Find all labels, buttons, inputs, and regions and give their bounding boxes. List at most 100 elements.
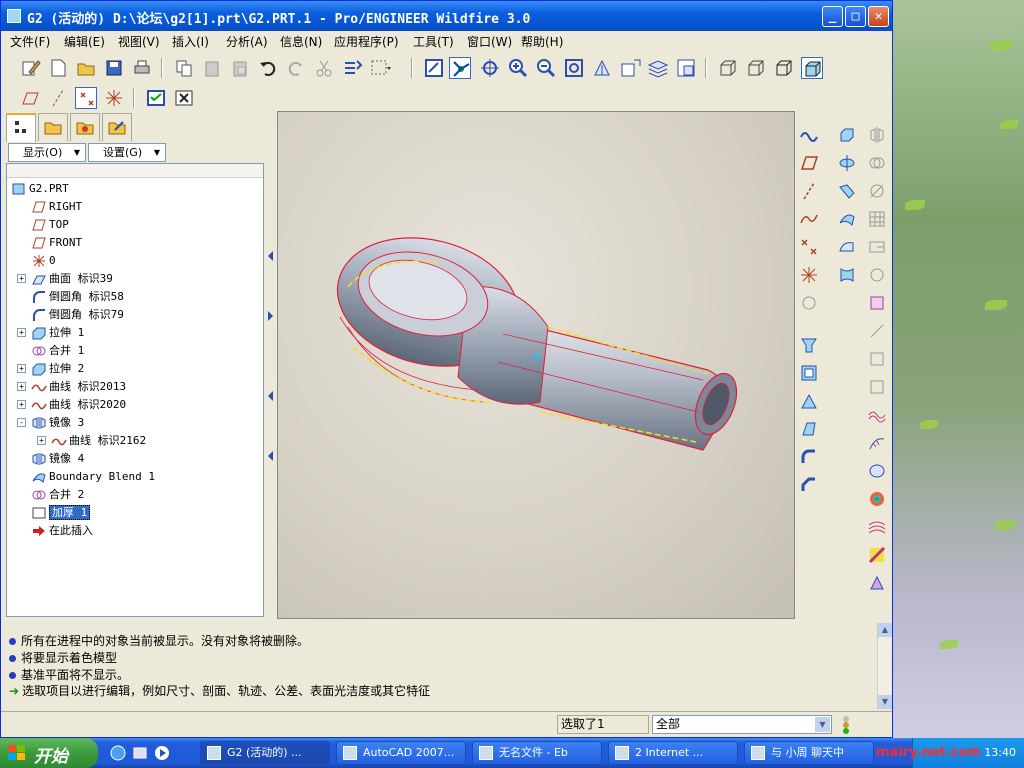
tree-item[interactable]: 在此插入 bbox=[31, 523, 93, 539]
media-quicklaunch-icon[interactable] bbox=[154, 745, 170, 761]
close-window-icon[interactable] bbox=[173, 87, 195, 109]
merge-tool-icon[interactable] bbox=[867, 153, 887, 173]
extend-tool-icon[interactable] bbox=[867, 237, 887, 257]
project-tool-icon[interactable] bbox=[867, 321, 887, 341]
warp-tool-icon[interactable] bbox=[837, 265, 857, 285]
tab-connections[interactable] bbox=[102, 113, 132, 141]
tree-item[interactable]: FRONT bbox=[31, 235, 82, 251]
shading-icon[interactable] bbox=[801, 57, 823, 79]
boundary-blend-tool-icon[interactable] bbox=[837, 209, 857, 229]
no-hidden-icon[interactable] bbox=[773, 57, 795, 79]
minimize-button[interactable]: _ bbox=[822, 6, 843, 27]
draft-tool-icon[interactable] bbox=[799, 419, 819, 439]
close-button[interactable]: ✕ bbox=[868, 6, 889, 27]
saved-views-icon[interactable] bbox=[619, 57, 641, 79]
tree-item[interactable]: 镜像 4 bbox=[31, 451, 84, 467]
tab-favorites[interactable] bbox=[70, 113, 100, 141]
extrude-tool-icon[interactable] bbox=[837, 125, 857, 145]
copy-icon[interactable] bbox=[173, 57, 195, 79]
axis-display-icon[interactable] bbox=[47, 87, 69, 109]
chamfer-tool-icon[interactable] bbox=[799, 475, 819, 495]
csys-display-icon[interactable] bbox=[103, 87, 125, 109]
curvature-analysis-icon[interactable] bbox=[867, 433, 887, 453]
draft-analysis-icon[interactable] bbox=[867, 545, 887, 565]
tree-item[interactable]: 倒圆角 标识79 bbox=[31, 307, 124, 323]
tree-item[interactable]: + 拉伸 2 bbox=[17, 361, 84, 377]
collapse-left-icon[interactable] bbox=[268, 251, 273, 261]
chevron-down-icon[interactable]: ▼ bbox=[815, 717, 830, 732]
view-manager-icon[interactable] bbox=[675, 57, 697, 79]
start-button[interactable]: 开始 bbox=[0, 738, 98, 768]
tree-item[interactable]: + 曲面 标识39 bbox=[17, 271, 113, 287]
pattern-tool-icon[interactable] bbox=[867, 209, 887, 229]
task-editor[interactable]: 无名文件 - Eb bbox=[472, 741, 602, 765]
tree-item[interactable]: 倒圆角 标识58 bbox=[31, 289, 124, 305]
refit-icon[interactable] bbox=[563, 57, 585, 79]
tree-item[interactable]: Boundary Blend 1 bbox=[31, 469, 155, 485]
tree-item[interactable]: + 曲线 标识2162 bbox=[37, 433, 146, 449]
menu-file[interactable]: 文件(F) bbox=[10, 33, 50, 50]
cut-icon[interactable] bbox=[313, 57, 335, 79]
solidify-tool-icon[interactable] bbox=[867, 377, 887, 397]
tree-item[interactable]: TOP bbox=[31, 217, 69, 233]
tree-item[interactable]: + 曲线 标识2020 bbox=[17, 397, 126, 413]
task-internet[interactable]: 2 Internet ... bbox=[608, 741, 738, 765]
collapse-left-icon[interactable] bbox=[268, 451, 273, 461]
slope-analysis-icon[interactable] bbox=[867, 573, 887, 593]
expand-right-icon[interactable] bbox=[268, 311, 273, 321]
maximize-button[interactable]: □ bbox=[845, 6, 866, 27]
tab-folder-browser[interactable] bbox=[38, 113, 68, 141]
paste-special-icon[interactable] bbox=[229, 57, 251, 79]
round-tool-icon[interactable] bbox=[799, 447, 819, 467]
hole-tool-icon[interactable] bbox=[799, 335, 819, 355]
menu-view[interactable]: 视图(V) bbox=[118, 33, 160, 50]
offset-tool-icon[interactable] bbox=[867, 293, 887, 313]
sweep-tool-icon[interactable] bbox=[837, 181, 857, 201]
thicken-tool-icon[interactable] bbox=[867, 349, 887, 369]
reflection-analysis-icon[interactable] bbox=[867, 517, 887, 537]
model-window-icon[interactable] bbox=[145, 87, 167, 109]
regenerate-icon[interactable] bbox=[341, 57, 363, 79]
ie-quicklaunch-icon[interactable] bbox=[110, 745, 126, 761]
undo-icon[interactable] bbox=[257, 57, 279, 79]
panel-splitter[interactable] bbox=[265, 111, 277, 619]
tree-root[interactable]: G2.PRT bbox=[11, 181, 69, 197]
mirror-tool-icon[interactable] bbox=[867, 125, 887, 145]
tree-item[interactable]: + 曲线 标识2013 bbox=[17, 379, 126, 395]
plane-display-icon[interactable] bbox=[19, 87, 41, 109]
zoom-in-icon[interactable] bbox=[507, 57, 529, 79]
tree-item[interactable]: 0 bbox=[31, 253, 56, 269]
scroll-up-icon[interactable]: ▲ bbox=[878, 623, 892, 637]
expand-icon[interactable]: + bbox=[37, 436, 46, 445]
message-scrollbar[interactable]: ▲ ▼ bbox=[877, 623, 892, 709]
selection-box-icon[interactable] bbox=[369, 57, 391, 79]
menu-insert[interactable]: 插入(I) bbox=[172, 33, 209, 50]
style-tool-icon[interactable] bbox=[837, 237, 857, 257]
tree-item[interactable]: - 镜像 3 bbox=[17, 415, 84, 431]
collapse-icon[interactable]: - bbox=[17, 418, 26, 427]
datum-point-tool-icon[interactable] bbox=[799, 237, 819, 257]
menu-edit[interactable]: 编辑(E) bbox=[64, 33, 105, 50]
part-model-render[interactable] bbox=[278, 112, 795, 619]
curve-analysis-icon[interactable] bbox=[867, 405, 887, 425]
paste-icon[interactable] bbox=[201, 57, 223, 79]
datum-axis-tool-icon[interactable] bbox=[799, 181, 819, 201]
shell-tool-icon[interactable] bbox=[799, 363, 819, 383]
datum-csys-tool-icon[interactable] bbox=[799, 265, 819, 285]
menu-window[interactable]: 窗口(W) bbox=[467, 33, 512, 50]
rib-tool-icon[interactable] bbox=[799, 391, 819, 411]
sketch-datum-icon[interactable] bbox=[799, 125, 819, 145]
expand-icon[interactable]: + bbox=[17, 328, 26, 337]
trim-tool-icon[interactable] bbox=[867, 181, 887, 201]
task-autocad[interactable]: AutoCAD 2007... bbox=[336, 741, 466, 765]
analysis-feature-icon[interactable] bbox=[799, 293, 819, 313]
menu-info[interactable]: 信息(N) bbox=[280, 33, 322, 50]
expand-icon[interactable]: + bbox=[17, 382, 26, 391]
new-file-icon[interactable] bbox=[47, 57, 69, 79]
wireframe-icon[interactable] bbox=[717, 57, 739, 79]
selection-filter-dropdown[interactable]: 全部 ▼ bbox=[652, 715, 832, 734]
menu-analysis[interactable]: 分析(A) bbox=[226, 33, 268, 50]
menu-tools[interactable]: 工具(T) bbox=[413, 33, 454, 50]
tree-item[interactable]: + 拉伸 1 bbox=[17, 325, 84, 341]
color-map-icon[interactable] bbox=[867, 489, 887, 509]
